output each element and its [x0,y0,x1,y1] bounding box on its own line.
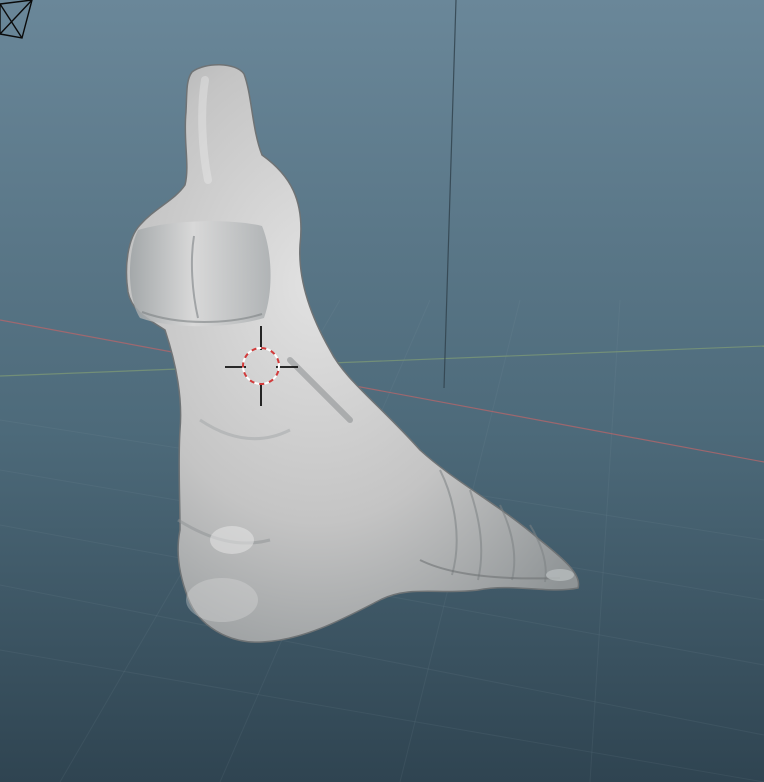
camera-wireframe-icon[interactable] [0,0,764,782]
3d-viewport[interactable] [0,0,764,782]
